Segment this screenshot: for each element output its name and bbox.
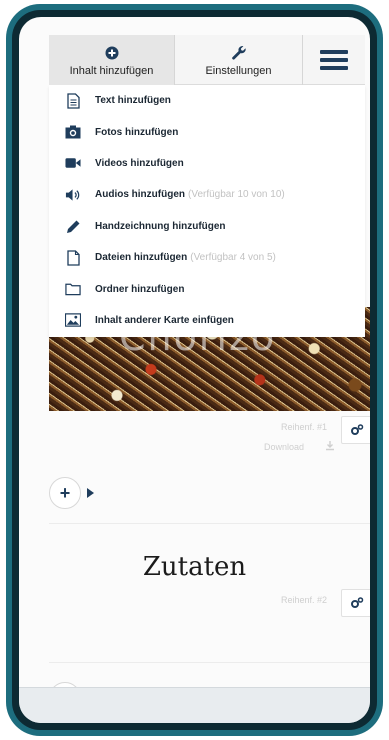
- phone-frame: Inhalt hinzufügen Einstellungen Text hin…: [6, 4, 383, 736]
- section-heading: Zutaten: [142, 552, 247, 582]
- menu-item-add-drawing[interactable]: Handzeichnung hinzufügen: [49, 211, 365, 242]
- menu-item-insert-other-card[interactable]: Inhalt anderer Karte einfügen: [49, 305, 365, 336]
- menu-item-add-text[interactable]: Text hinzufügen: [49, 85, 365, 116]
- menu-item-add-audios[interactable]: Audios hinzufügen (Verfügbar 10 von 10): [49, 179, 365, 210]
- pencil-icon: [65, 218, 81, 234]
- menu-item-label: Ordner hinzufügen: [95, 283, 185, 295]
- menu-item-label: Handzeichnung hinzufügen: [95, 220, 226, 232]
- menu-item-add-files[interactable]: Dateien hinzufügen (Verfügbar 4 von 5): [49, 242, 365, 273]
- menu-item-add-folder[interactable]: Ordner hinzufügen: [49, 273, 365, 304]
- add-content-dropdown: Text hinzufügen Fotos hinzufügen Videos …: [49, 85, 365, 337]
- file-icon: [65, 249, 81, 266]
- expand-arrow-icon[interactable]: [87, 488, 94, 498]
- section-divider: [49, 523, 370, 524]
- order-label-2: Reihenf. #2: [281, 595, 328, 605]
- speaker-icon: [65, 187, 81, 203]
- availability-note: (Verfügbar 10 von 10): [188, 189, 285, 201]
- top-toolbar: Inhalt hinzufügen Einstellungen: [49, 35, 365, 85]
- phone-bezel: Inhalt hinzufügen Einstellungen Text hin…: [12, 10, 377, 730]
- availability-note: (Verfügbar 4 von 5): [190, 252, 276, 264]
- gears-icon: [351, 424, 364, 435]
- item-settings-button-1[interactable]: [341, 416, 370, 444]
- add-content-label: Inhalt hinzufügen: [69, 64, 154, 77]
- add-block-button-1[interactable]: +: [49, 477, 81, 509]
- menu-item-add-photos[interactable]: Fotos hinzufügen: [49, 116, 365, 147]
- settings-button[interactable]: Einstellungen: [175, 35, 303, 85]
- menu-item-label: Fotos hinzufügen: [95, 126, 179, 138]
- menu-item-label: Dateien hinzufügen: [95, 252, 188, 264]
- plus-icon: +: [59, 482, 71, 503]
- menu-item-add-videos[interactable]: Videos hinzufügen: [49, 148, 365, 179]
- main-menu-button[interactable]: [303, 35, 365, 85]
- text-document-icon: [65, 93, 81, 109]
- section-divider: [49, 662, 370, 663]
- item-settings-button-2[interactable]: [341, 589, 370, 617]
- menu-item-label: Inhalt anderer Karte einfügen: [95, 314, 234, 326]
- bottom-bar: [19, 687, 370, 723]
- image-icon: [65, 312, 81, 328]
- download-link[interactable]: Download: [264, 442, 304, 452]
- settings-label: Einstellungen: [205, 64, 272, 77]
- menu-item-label: Videos hinzufügen: [95, 157, 184, 169]
- menu-item-label: Text hinzufügen: [95, 95, 171, 107]
- plus-circle-icon: [105, 44, 119, 62]
- folder-icon: [65, 281, 81, 297]
- order-label-1: Reihenf. #1: [281, 422, 328, 432]
- video-camera-icon: [65, 155, 81, 171]
- download-icon[interactable]: [325, 441, 335, 453]
- menu-item-label: Audios hinzufügen: [95, 189, 185, 201]
- hamburger-menu-icon: [320, 46, 348, 74]
- camera-icon: [65, 124, 81, 140]
- wrench-icon: [231, 44, 247, 62]
- screen: Inhalt hinzufügen Einstellungen Text hin…: [19, 17, 370, 723]
- gears-icon: [351, 597, 364, 608]
- add-content-button[interactable]: Inhalt hinzufügen: [49, 35, 175, 85]
